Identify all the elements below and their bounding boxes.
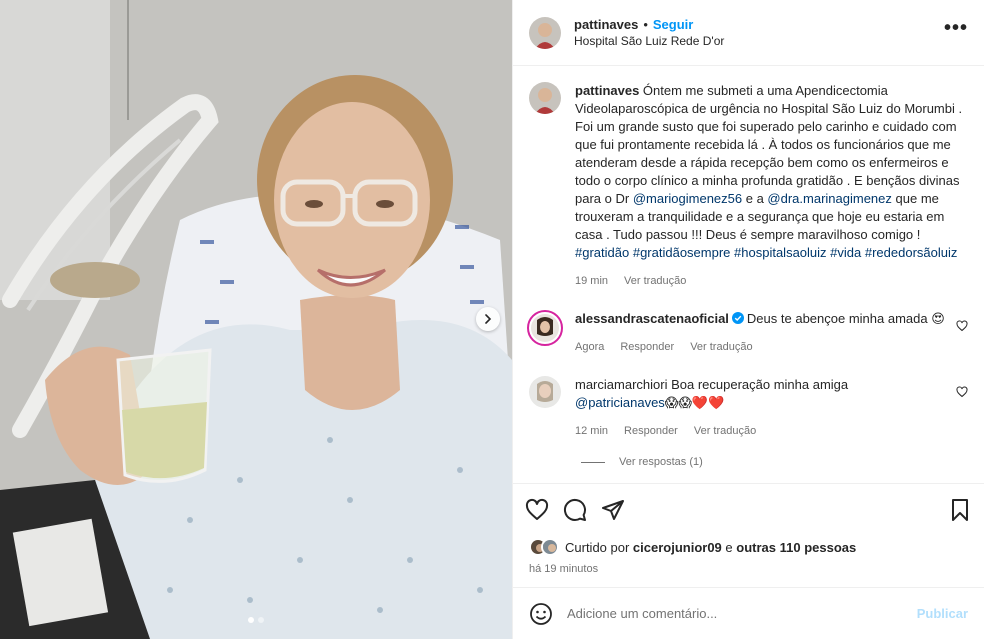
author-username[interactable]: pattinaves (574, 17, 638, 32)
carousel-dot (258, 617, 264, 623)
caption: pattinaves Óntem me submeti a uma Apendi… (529, 82, 968, 290)
follow-button[interactable]: Seguir (653, 17, 693, 32)
separator: • (643, 16, 648, 32)
comment-emoji: 😱😱❤️❤️ (664, 395, 725, 410)
author-avatar[interactable] (529, 16, 561, 49)
post-sidebar: pattinaves • Seguir Hospital São Luiz Rede… (512, 0, 984, 639)
save-icon[interactable] (948, 498, 972, 522)
comment-body: marciamarchiori Boa recuperação minha am… (575, 376, 946, 440)
post-timestamp[interactable]: há 19 minutos (513, 559, 984, 587)
comment-icon[interactable] (563, 498, 587, 522)
hashtag-link[interactable]: #gratidãosempre (633, 245, 731, 260)
post-header: pattinaves • Seguir Hospital São Luiz Rede… (513, 0, 984, 66)
liker-avatar (541, 538, 559, 556)
caption-time: 19 min (575, 275, 609, 287)
comment-like-heart-icon[interactable] (956, 320, 968, 332)
liker-avatars (529, 538, 559, 556)
avatar-image (529, 376, 561, 408)
likes-summary: Curtido por cicerojunior09 e outras 110 … (513, 535, 984, 559)
comment-time: 12 min (575, 425, 609, 437)
header-text: pattinaves • Seguir Hospital São Luiz Rede… (574, 16, 724, 50)
commenter-username[interactable]: marciamarchiori (575, 377, 667, 392)
avatar-image (531, 314, 559, 342)
chevron-right-icon (485, 314, 492, 324)
comment-meta: 12 min Responder Ver tradução (575, 422, 946, 440)
emoji-icon[interactable] (529, 602, 553, 626)
hashtag-link[interactable]: #vida (830, 245, 861, 260)
replies-divider (581, 461, 605, 463)
comment-input[interactable] (567, 606, 917, 621)
add-comment-bar: Publicar (513, 587, 984, 639)
caption-body: pattinaves Óntem me submeti a uma Apendi… (575, 82, 968, 290)
comments-area[interactable]: pattinaves Óntem me submeti a uma Apendi… (513, 66, 984, 483)
commenter-avatar[interactable] (527, 310, 563, 346)
comment-body: alessandrascatenaoficial Deus te abençoe … (575, 310, 946, 356)
caption-avatar[interactable] (529, 82, 561, 114)
view-replies-button[interactable]: Ver respostas (1) (581, 456, 968, 468)
photo-scene (0, 0, 512, 639)
reply-button[interactable]: Responder (620, 338, 674, 356)
hashtag-link[interactable]: #gratidão (575, 245, 629, 260)
comment-like-heart-icon[interactable] (956, 386, 968, 398)
likes-middle: e (721, 539, 737, 555)
comment-meta: Agora Responder Ver tradução (575, 338, 946, 356)
comment-text: Boa recuperação minha amiga (671, 377, 849, 392)
liker-username[interactable]: cicerojunior09 (633, 540, 722, 555)
caption-text: Óntem me submeti a uma Apendicectomia Vi… (575, 83, 963, 206)
heart-icon[interactable] (525, 498, 549, 522)
translate-link[interactable]: Ver tradução (624, 272, 686, 290)
avatar-image (529, 16, 561, 49)
view-replies-label: Ver respostas (1) (619, 456, 703, 468)
more-options-button[interactable]: ••• (944, 17, 968, 48)
action-bar (513, 483, 984, 535)
hashtag-link[interactable]: #hospitalsaoluiz (734, 245, 827, 260)
post-photo[interactable] (0, 0, 512, 639)
commenter-username[interactable]: alessandrascatenaoficial (575, 311, 729, 326)
comment-item: marciamarchiori Boa recuperação minha am… (529, 376, 968, 440)
comment-text: Deus te abençoe minha amada 😍 (746, 311, 945, 326)
comment-item: alessandrascatenaoficial Deus te abençoe … (527, 310, 968, 356)
carousel-dot-active (248, 617, 254, 623)
verified-icon (731, 312, 744, 324)
publish-button[interactable]: Publicar (917, 606, 968, 621)
share-icon[interactable] (601, 498, 625, 522)
carousel-next-button[interactable] (476, 307, 500, 331)
mention-link[interactable]: @mariogimenez56 (633, 191, 742, 206)
translate-link[interactable]: Ver tradução (690, 338, 752, 356)
likes-prefix: Curtido por (565, 539, 633, 555)
likes-text: Curtido por cicerojunior09 e outras 110 … (565, 540, 856, 555)
likes-others-link[interactable]: outras 110 pessoas (736, 540, 856, 555)
avatar-image (529, 82, 561, 114)
reply-button[interactable]: Responder (624, 422, 678, 440)
caption-username[interactable]: pattinaves (575, 83, 639, 98)
post-container: pattinaves • Seguir Hospital São Luiz Rede… (0, 0, 984, 639)
carousel-indicator (0, 617, 512, 623)
caption-meta: 19 min Ver tradução (575, 272, 968, 290)
hashtag-link[interactable]: #rededorsãoluiz (865, 245, 958, 260)
location-link[interactable]: Hospital São Luiz Rede D'or (574, 33, 724, 50)
caption-text: e a (742, 191, 768, 206)
mention-link[interactable]: @dra.marinagimenez (767, 191, 891, 206)
comment-time: Agora (575, 341, 605, 353)
translate-link[interactable]: Ver tradução (694, 422, 756, 440)
mention-link[interactable]: @patricianaves (575, 395, 665, 410)
commenter-avatar[interactable] (529, 376, 561, 408)
